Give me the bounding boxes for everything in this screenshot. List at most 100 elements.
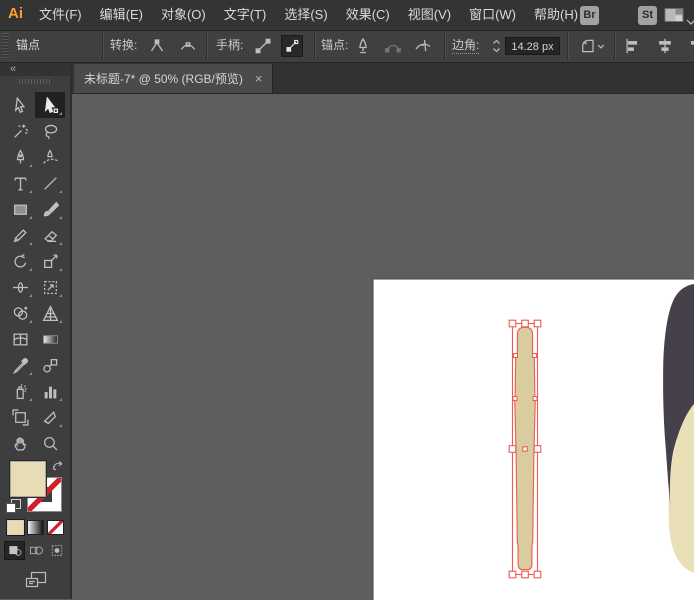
- menu-item-type[interactable]: 文字(T): [215, 0, 276, 30]
- menu-item-help[interactable]: 帮助(H): [525, 0, 587, 30]
- rectangle-tool[interactable]: [5, 196, 35, 222]
- scale-tool[interactable]: [35, 248, 65, 274]
- slice-tool[interactable]: [35, 404, 65, 430]
- corner-radius-stepper[interactable]: [491, 37, 502, 55]
- blend-tool[interactable]: [35, 352, 65, 378]
- align-left-icon[interactable]: [622, 35, 644, 57]
- workspace-switcher-icon[interactable]: [664, 7, 684, 23]
- menu-item-file[interactable]: 文件(F): [30, 0, 91, 30]
- panel-grip[interactable]: [2, 33, 9, 59]
- flyout-indicator: [29, 372, 32, 375]
- menu-item-effect[interactable]: 效果(C): [337, 0, 399, 30]
- direct-selection-tool[interactable]: [35, 92, 65, 118]
- draw-inside-button[interactable]: [46, 541, 67, 560]
- flyout-indicator: [59, 216, 62, 219]
- default-fill-stroke-icon[interactable]: [6, 499, 21, 513]
- type-tool-icon: [14, 177, 26, 191]
- flyout-indicator: [59, 190, 62, 193]
- rotate-tool-icon: [13, 253, 26, 268]
- pencil-tool-icon: [13, 228, 27, 242]
- show-handles-icon[interactable]: [281, 35, 303, 57]
- hide-handles-icon[interactable]: [252, 35, 274, 57]
- align-right-icon[interactable]: [684, 35, 694, 57]
- menu-item-edit[interactable]: 编辑(E): [91, 0, 152, 30]
- line-segment-tool[interactable]: [35, 170, 65, 196]
- free-transform-tool[interactable]: [35, 274, 65, 300]
- curvature-tool[interactable]: [35, 144, 65, 170]
- align-horizontal-center-icon[interactable]: [654, 35, 676, 57]
- eyedropper-tool[interactable]: [5, 352, 35, 378]
- pencil-tool[interactable]: [5, 222, 35, 248]
- screen-mode-icon[interactable]: [24, 570, 48, 590]
- drawing-mode-buttons: [4, 541, 67, 560]
- separator: [314, 33, 315, 59]
- tools-panel-grip[interactable]: [19, 79, 52, 84]
- lasso-tool[interactable]: [35, 118, 65, 144]
- artboard-tool[interactable]: [5, 404, 35, 430]
- type-tool[interactable]: [5, 170, 35, 196]
- center-point-indicator: [522, 446, 528, 452]
- perspective-grid-tool-icon: [42, 304, 58, 321]
- column-graph-tool-icon: [44, 386, 56, 398]
- close-tab-icon[interactable]: ×: [255, 72, 263, 85]
- draw-behind-button[interactable]: [25, 541, 46, 560]
- magic-wand-tool[interactable]: [5, 118, 35, 144]
- corner-radius-input[interactable]: 14.28 px: [505, 37, 560, 55]
- collapse-panel-icon[interactable]: «: [10, 62, 17, 76]
- cut-path-icon[interactable]: [412, 35, 434, 57]
- symbol-sprayer-tool[interactable]: [5, 378, 35, 404]
- separator: [102, 33, 103, 59]
- bridge-button[interactable]: Br: [580, 6, 599, 25]
- app-logo[interactable]: Ai: [8, 5, 23, 22]
- column-graph-tool[interactable]: [35, 378, 65, 404]
- menu-item-select[interactable]: 选择(S): [275, 0, 336, 30]
- blend-tool-icon: [42, 358, 57, 373]
- direct-selection-tool-icon: [44, 96, 58, 113]
- chevron-down-icon[interactable]: [686, 12, 694, 25]
- control-bar: 锚点 转换: 手柄: 锚点: 边角: 14.28 px: [0, 30, 694, 63]
- line-segment-tool-icon: [43, 176, 57, 190]
- canvas-area[interactable]: [72, 93, 694, 600]
- zoom-tool[interactable]: [35, 430, 65, 456]
- flyout-indicator: [29, 190, 32, 193]
- draw-normal-button[interactable]: [4, 541, 25, 560]
- flyout-indicator: [29, 398, 32, 401]
- free-transform-tool-icon: [43, 280, 57, 294]
- rotate-tool[interactable]: [5, 248, 35, 274]
- paint-color-button[interactable]: [7, 520, 24, 535]
- hand-tool[interactable]: [5, 430, 35, 456]
- eraser-tool[interactable]: [35, 222, 65, 248]
- pen-tool[interactable]: [5, 144, 35, 170]
- convert-to-corner-icon[interactable]: [146, 35, 168, 57]
- shape-builder-tool-icon: [13, 306, 27, 320]
- flyout-indicator: [59, 424, 62, 427]
- menu-item-view[interactable]: 视图(V): [399, 0, 460, 30]
- menu-item-object[interactable]: 对象(O): [152, 0, 215, 30]
- flyout-indicator: [59, 242, 62, 245]
- shape-builder-tool[interactable]: [5, 300, 35, 326]
- swap-fill-stroke-icon[interactable]: [51, 458, 65, 471]
- perspective-grid-tool[interactable]: [35, 300, 65, 326]
- corner-widget-icon[interactable]: [577, 35, 609, 57]
- paintbrush-tool-icon: [43, 201, 59, 216]
- convert-to-smooth-icon[interactable]: [177, 35, 199, 57]
- tools-panel-header: «: [0, 62, 70, 76]
- menu-item-window[interactable]: 窗口(W): [460, 0, 525, 30]
- corner-label[interactable]: 边角:: [452, 30, 480, 61]
- paint-gradient-button[interactable]: [27, 520, 44, 535]
- gradient-tool-icon: [42, 334, 58, 344]
- document-tab[interactable]: 未标题-7* @ 50% (RGB/预览) ×: [74, 64, 274, 93]
- zoom-tool-icon: [43, 436, 57, 450]
- fill-swatch[interactable]: [10, 461, 46, 497]
- remove-anchor-icon[interactable]: [352, 35, 374, 57]
- flyout-indicator: [29, 320, 32, 323]
- tools-grid: [5, 92, 65, 456]
- mesh-tool[interactable]: [5, 326, 35, 352]
- gradient-tool[interactable]: [35, 326, 65, 352]
- stock-button[interactable]: St: [638, 6, 657, 25]
- anchors-label: 锚点:: [321, 38, 349, 52]
- width-tool[interactable]: [5, 274, 35, 300]
- paint-none-button[interactable]: [47, 520, 64, 535]
- selection-tool[interactable]: [5, 92, 35, 118]
- paintbrush-tool[interactable]: [35, 196, 65, 222]
